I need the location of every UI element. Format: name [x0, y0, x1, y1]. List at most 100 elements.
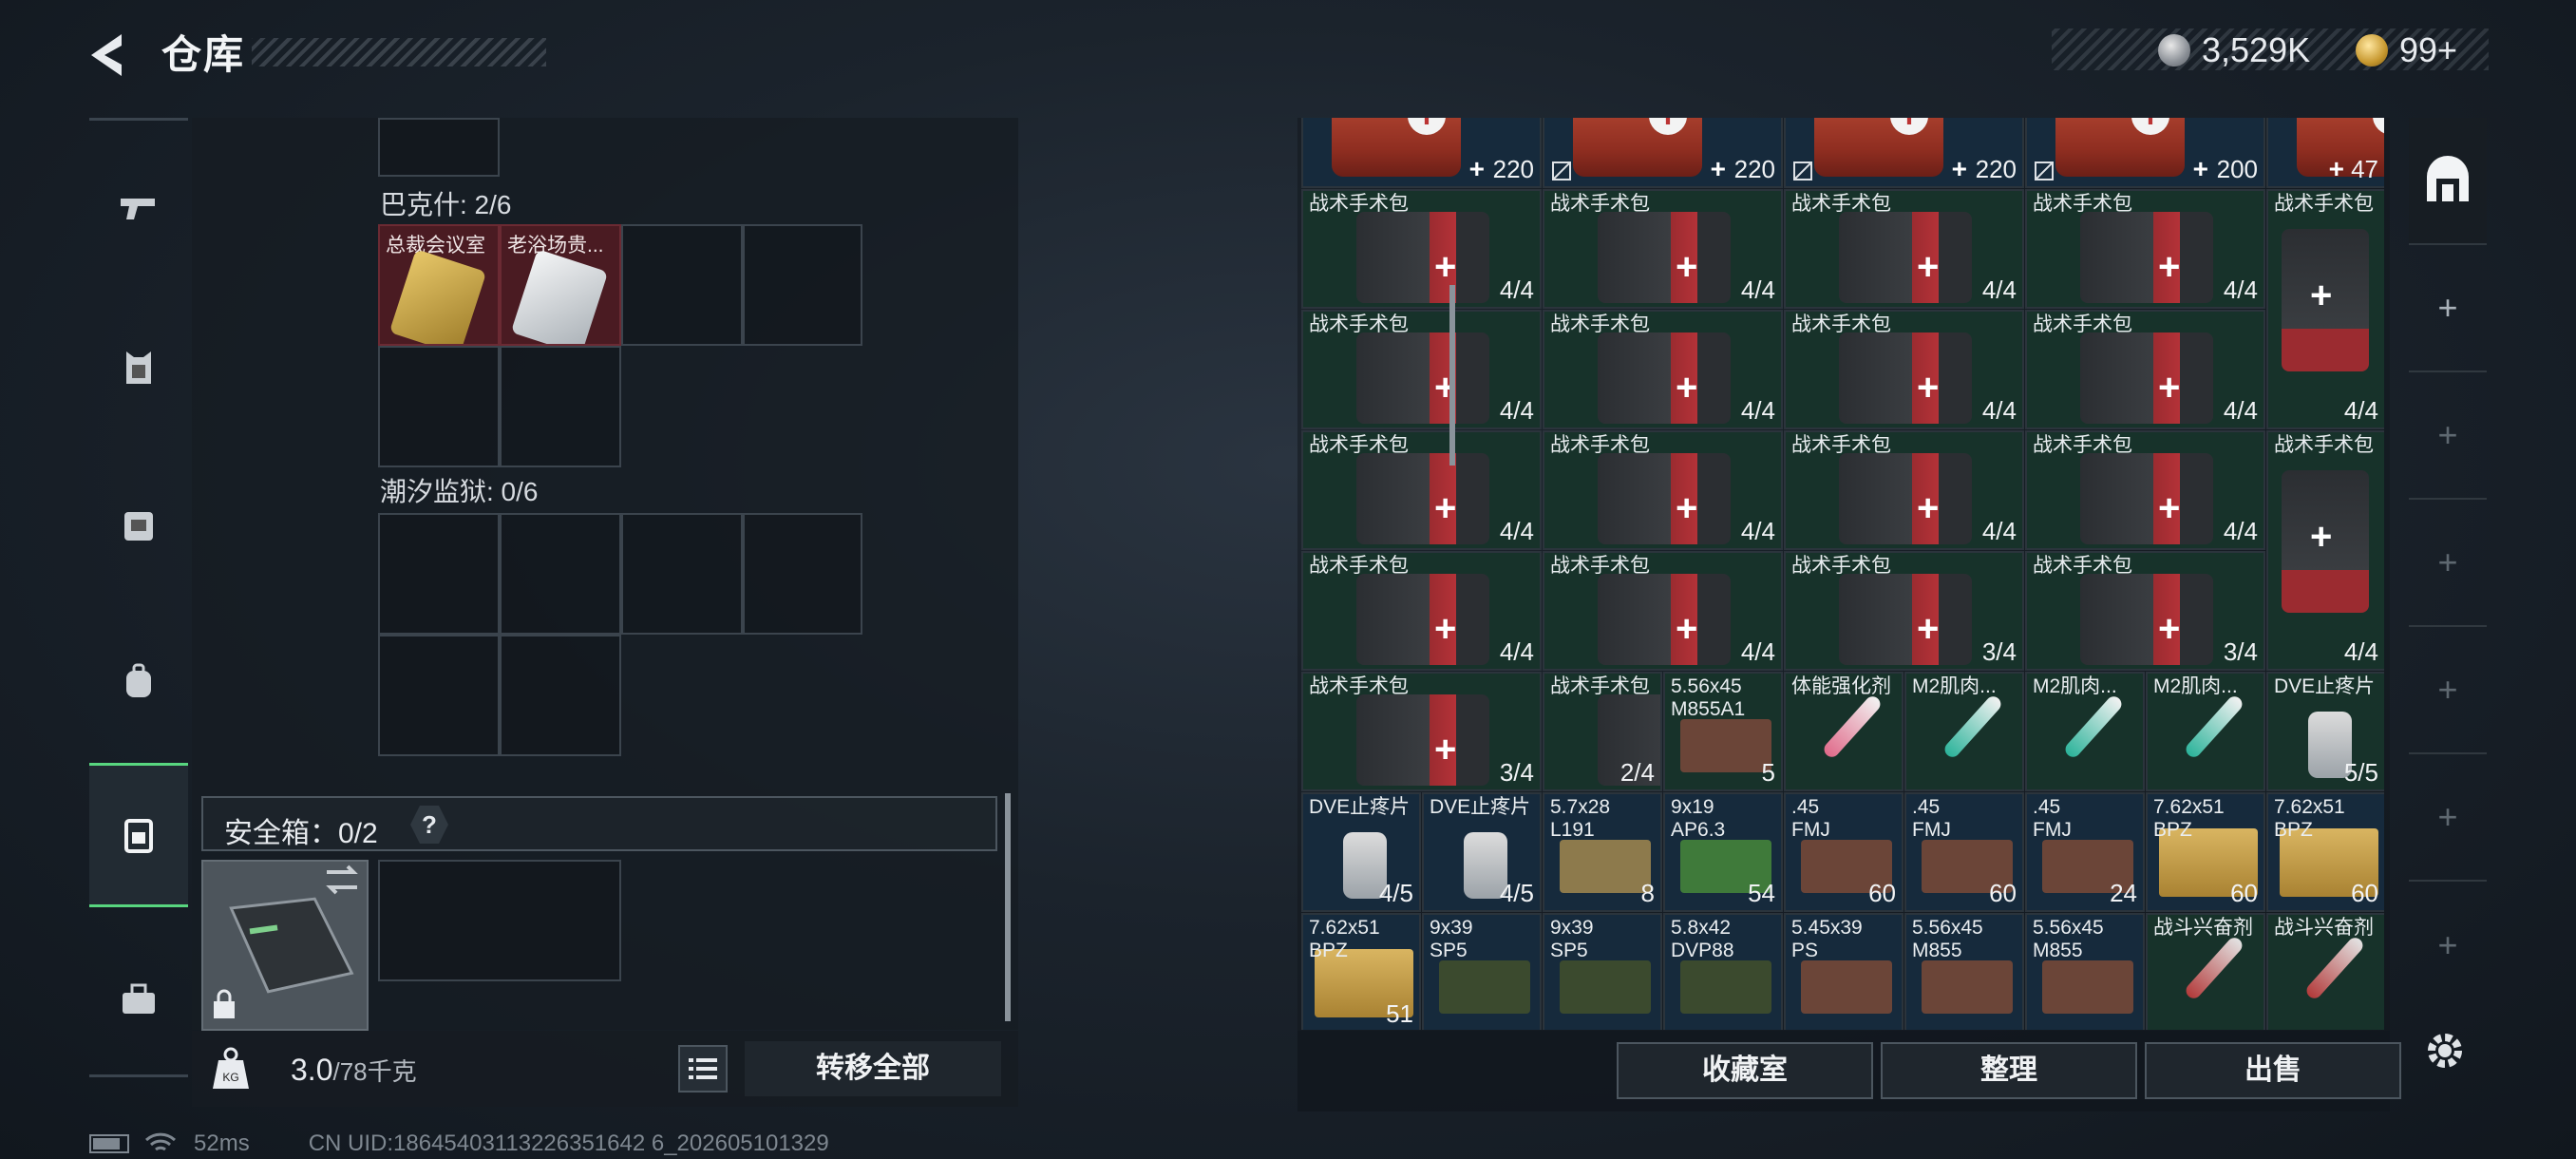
- item-count: 60: [1868, 879, 1896, 907]
- stash-tab-add[interactable]: +: [2409, 245, 2487, 372]
- keycard-item[interactable]: 总裁会议室: [378, 224, 500, 346]
- rail-item-containers[interactable]: [89, 763, 188, 907]
- stash-item[interactable]: 5.56x45 M855: [2025, 913, 2145, 1030]
- stash-item[interactable]: DVE止疼片 5/5: [2266, 672, 2384, 791]
- stash-item[interactable]: 野战急救包220+: [1301, 118, 1542, 188]
- stash-item[interactable]: 战术手术包 4/4: [2025, 189, 2265, 309]
- injector-icon: [2183, 934, 2245, 1002]
- stash-item[interactable]: DVE止疼片 4/5: [1422, 792, 1542, 912]
- help-button[interactable]: ?: [410, 806, 448, 844]
- stash-item[interactable]: 9x39 SP5: [1422, 913, 1542, 1030]
- status-bar: 52ms CN UID:18645403113226351642 6_20260…: [89, 1130, 829, 1157]
- empty-slot[interactable]: [621, 224, 743, 346]
- rail-item-rig[interactable]: [89, 472, 188, 577]
- stash-tab-add[interactable]: +: [2409, 372, 2487, 500]
- stash-item[interactable]: 5.7x28 L191 8: [1543, 792, 1662, 912]
- rail-item-armor[interactable]: [89, 315, 188, 420]
- empty-slot[interactable]: [621, 513, 743, 635]
- keycard-item[interactable]: 老浴场贵...: [500, 224, 621, 346]
- item-name: 战术手术包: [2274, 193, 2374, 215]
- stash-item[interactable]: 战术手术包 4/4: [1301, 551, 1542, 671]
- stash-item[interactable]: 战术手术包 4/4: [1543, 189, 1783, 309]
- stack-plus-icon: +: [1951, 154, 1967, 183]
- stash-item[interactable]: M2肌肉...: [1904, 672, 2024, 791]
- empty-slot[interactable]: [500, 513, 621, 635]
- rail-item-backpack[interactable]: [89, 629, 188, 733]
- stash-item[interactable]: 战术手术包 4/4: [2025, 310, 2265, 429]
- list-icon: [689, 1058, 717, 1079]
- rail-item-tools[interactable]: [89, 947, 188, 1052]
- stash-item[interactable]: 战术手术包 4/4: [1543, 430, 1783, 550]
- stash-item[interactable]: 战术手术包 4/4: [1784, 430, 2024, 550]
- empty-slot[interactable]: [378, 513, 500, 635]
- empty-slot[interactable]: [378, 635, 500, 756]
- stash-item[interactable]: 野战急救包220+: [1543, 118, 1783, 188]
- empty-slot[interactable]: [500, 346, 621, 467]
- sort-button[interactable]: 整理: [1881, 1042, 2137, 1099]
- empty-slot[interactable]: [378, 118, 500, 177]
- stash-item[interactable]: 47+: [2266, 118, 2384, 188]
- rail-item-weapons[interactable]: [89, 157, 188, 261]
- item-name: 战术手术包: [1791, 434, 1891, 456]
- stash-item[interactable]: 战术手术包 4/4: [1301, 189, 1542, 309]
- stash-tab-add[interactable]: +: [2409, 627, 2487, 754]
- transfer-all-button[interactable]: 转移全部: [745, 1041, 1001, 1096]
- empty-slot[interactable]: [500, 635, 621, 756]
- stash-item[interactable]: 7.62x51 BPZ 60: [2146, 792, 2265, 912]
- stash-item[interactable]: 战术手术包 4/4: [1784, 189, 2024, 309]
- empty-slot[interactable]: [743, 513, 862, 635]
- empty-slot[interactable]: [378, 860, 621, 981]
- stash-item[interactable]: 战术手术包 3/4: [1784, 551, 2024, 671]
- item-name: .45 FMJ: [1791, 796, 1830, 841]
- stash-item[interactable]: 5.8x42 DVP88: [1663, 913, 1783, 1030]
- stash-tab-add[interactable]: +: [2409, 882, 2487, 1009]
- ammo-pack-icon: [1922, 960, 2013, 1014]
- collection-button[interactable]: 收藏室: [1617, 1042, 1873, 1099]
- stash-tab-add[interactable]: +: [2409, 500, 2487, 627]
- stash-item[interactable]: 5.56x45 M855A1 5: [1663, 672, 1783, 791]
- stash-item[interactable]: 战斗兴奋剂: [2146, 913, 2265, 1030]
- stash-item[interactable]: .45 FMJ 60: [1784, 792, 1904, 912]
- stash-item[interactable]: 战术手术包 2/4: [1543, 672, 1662, 791]
- stash-tab-main[interactable]: [2409, 118, 2487, 245]
- stash-item[interactable]: 7.62x51 BPZ 60: [2266, 792, 2384, 912]
- stash-item[interactable]: 战术手术包 3/4: [1301, 672, 1542, 791]
- stash-item[interactable]: 战术手术包 4/4: [1543, 551, 1783, 671]
- stash-item[interactable]: .45 FMJ 24: [2025, 792, 2145, 912]
- stash-item[interactable]: 野战急救包200+: [2025, 118, 2265, 188]
- stash-item[interactable]: M2肌肉...: [2146, 672, 2265, 791]
- back-button[interactable]: [84, 28, 137, 82]
- stash-item[interactable]: 体能强化剂: [1784, 672, 1904, 791]
- settings-gear-icon[interactable]: [2420, 1026, 2470, 1075]
- sell-button[interactable]: 出售: [2145, 1042, 2401, 1099]
- stash-item[interactable]: 战术手术包 4/4: [1543, 310, 1783, 429]
- stash-scrollbar[interactable]: [1449, 285, 1455, 466]
- left-scrollbar[interactable]: [1005, 793, 1011, 1021]
- stash-item[interactable]: .45 FMJ 60: [1904, 792, 2024, 912]
- stash-item[interactable]: 战术手术包 4/4: [2266, 189, 2384, 429]
- gold-currency[interactable]: 99+: [2356, 30, 2457, 70]
- item-name: 5.45x39 PS: [1791, 917, 1863, 961]
- stash-item[interactable]: 9x39 SP5: [1543, 913, 1662, 1030]
- empty-slot[interactable]: [378, 346, 500, 467]
- stash-item[interactable]: 野战急救包220+: [1784, 118, 2024, 188]
- empty-slot[interactable]: [743, 224, 862, 346]
- item-name: M2肌肉...: [2033, 675, 2117, 697]
- item-name: 战术手术包: [1791, 193, 1891, 215]
- stash-item[interactable]: 战术手术包 4/4: [1301, 310, 1542, 429]
- stash-item[interactable]: 7.62x51 BPZ 51: [1301, 913, 1421, 1030]
- stash-tab-add[interactable]: +: [2409, 754, 2487, 882]
- stash-item[interactable]: 5.45x39 PS: [1784, 913, 1904, 1030]
- stash-item[interactable]: 战术手术包 3/4: [2025, 551, 2265, 671]
- stash-item[interactable]: 战术手术包 4/4: [2266, 430, 2384, 671]
- stash-item[interactable]: 5.56x45 M855: [1904, 913, 2024, 1030]
- stash-item[interactable]: 战术手术包 4/4: [2025, 430, 2265, 550]
- stash-item[interactable]: M2肌肉...: [2025, 672, 2145, 791]
- stash-item[interactable]: 战术手术包 4/4: [1784, 310, 2024, 429]
- list-view-button[interactable]: [678, 1045, 728, 1092]
- swap-icon[interactable]: [323, 863, 361, 897]
- stash-item[interactable]: 战斗兴奋剂: [2266, 913, 2384, 1030]
- stash-item[interactable]: DVE止疼片 4/5: [1301, 792, 1421, 912]
- stash-item[interactable]: 9x19 AP6.3 54: [1663, 792, 1783, 912]
- stash-item[interactable]: 战术手术包 4/4: [1301, 430, 1542, 550]
